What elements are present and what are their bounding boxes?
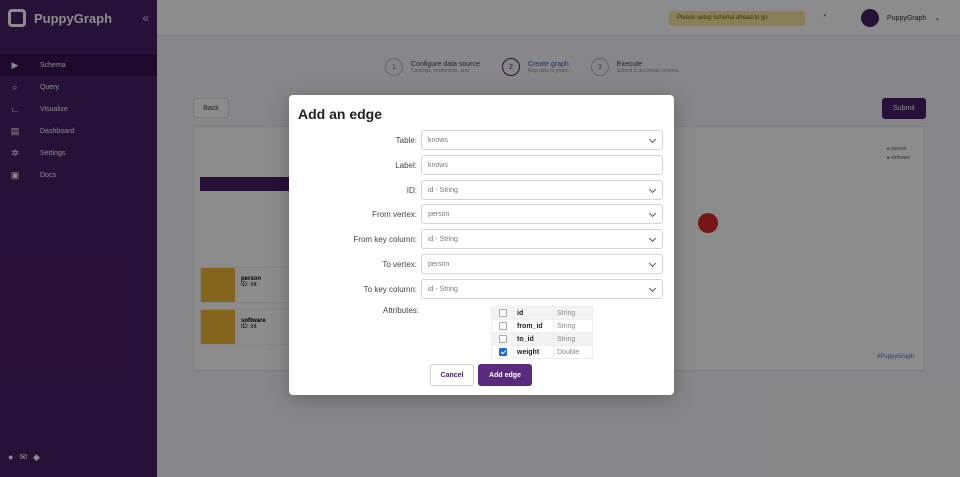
chevron-down-icon <box>648 284 657 293</box>
attribute-checkbox-from-id[interactable] <box>498 322 507 330</box>
table-row: from_id String <box>491 319 593 333</box>
table-row: id String <box>491 306 593 320</box>
from-key-row: From key column: id - String <box>289 229 674 249</box>
table-row: weight Double <box>491 345 593 359</box>
id-row: ID: id - String <box>289 180 674 200</box>
attributes-label: Attributes: <box>382 306 419 315</box>
from-vertex-row: From vertex: person <box>289 204 674 224</box>
from-key-select[interactable]: id - String <box>421 229 663 249</box>
label-label: Label: <box>395 160 417 170</box>
to-vertex-value: person <box>428 260 450 268</box>
to-key-value: id - String <box>428 285 458 293</box>
chevron-down-icon <box>648 209 657 218</box>
attribute-name: to_id <box>513 332 554 346</box>
attribute-name: from_id <box>513 319 554 333</box>
id-select[interactable]: id - String <box>421 180 663 200</box>
table-select[interactable]: knows <box>421 130 663 150</box>
table-select-value: knows <box>428 136 448 144</box>
chevron-down-icon <box>648 234 657 243</box>
cancel-button[interactable]: Cancel <box>430 364 474 386</box>
table-row: to_id String <box>491 332 593 346</box>
attributes-table: id String from_id String to_id String we… <box>491 306 593 359</box>
attribute-type: String <box>553 306 593 320</box>
to-vertex-row: To vertex: person <box>289 254 674 274</box>
attribute-type: Double <box>553 345 593 359</box>
label-input[interactable]: knows <box>421 155 663 175</box>
from-vertex-value: person <box>428 210 450 218</box>
dialog-title: Add an edge <box>298 106 383 122</box>
from-key-value: id - String <box>428 235 458 243</box>
to-key-row: To key column: id - String <box>289 279 674 299</box>
table-label: Table: <box>395 135 417 145</box>
attribute-name: weight <box>513 345 554 359</box>
id-label: ID: <box>406 185 417 195</box>
attribute-checkbox-weight[interactable] <box>498 348 507 356</box>
attribute-checkbox-id[interactable] <box>498 309 507 317</box>
label-row: Label: knows <box>289 155 674 175</box>
chevron-down-icon <box>648 259 657 268</box>
label-input-value: knows <box>428 161 448 169</box>
from-key-label: From key column: <box>353 234 417 244</box>
attribute-name: id <box>513 306 554 320</box>
attribute-checkbox-to-id[interactable] <box>498 335 507 343</box>
from-vertex-label: From vertex: <box>372 209 417 219</box>
to-vertex-label: To vertex: <box>382 259 417 269</box>
add-edge-button[interactable]: Add edge <box>478 364 532 386</box>
attribute-type: String <box>553 332 593 346</box>
to-vertex-select[interactable]: person <box>421 254 663 274</box>
table-row: Table: knows <box>289 130 674 150</box>
to-key-label: To key column: <box>363 284 417 294</box>
attribute-type: String <box>553 319 593 333</box>
from-vertex-select[interactable]: person <box>421 204 663 224</box>
add-edge-dialog: Add an edge Table: knows Label: knows ID… <box>289 95 674 395</box>
chevron-down-icon <box>648 185 657 194</box>
id-select-value: id - String <box>428 186 458 194</box>
to-key-select[interactable]: id - String <box>421 279 663 299</box>
chevron-down-icon <box>648 135 657 144</box>
